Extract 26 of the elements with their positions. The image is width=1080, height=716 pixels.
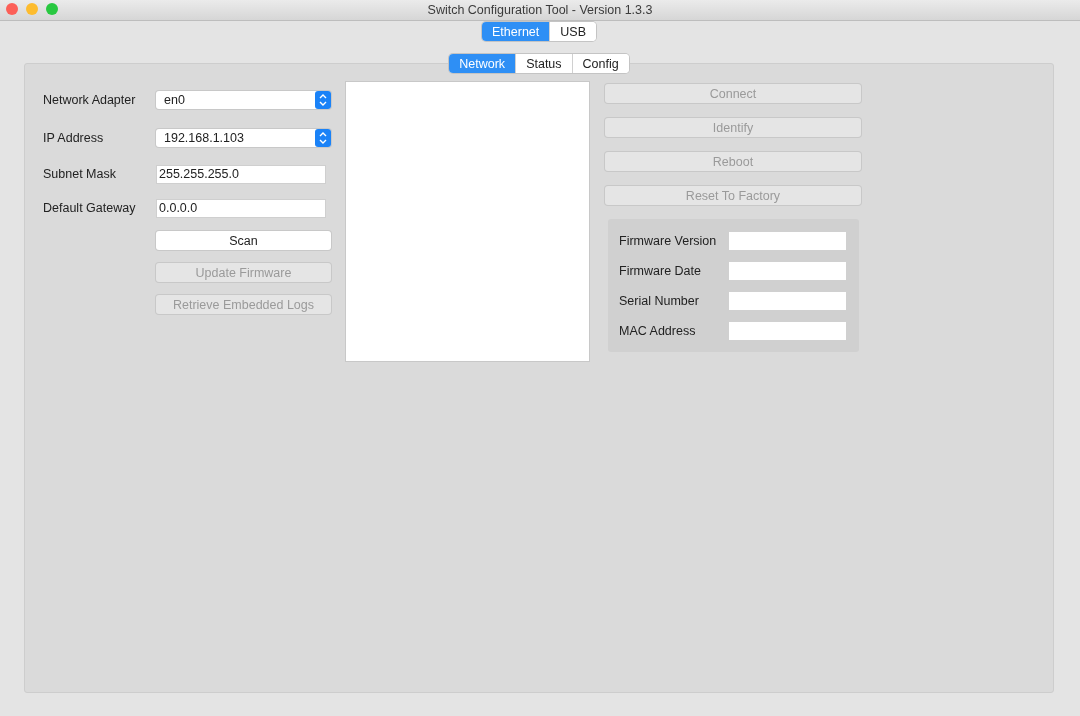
field-label: IP Address	[43, 131, 105, 145]
text-field[interactable]	[728, 261, 847, 281]
view-tab[interactable]: Config	[571, 54, 629, 73]
field-label: Firmware Date	[619, 264, 702, 278]
chevron-icon	[315, 91, 331, 109]
field-label: Serial Number	[619, 294, 700, 308]
device-list[interactable]	[345, 81, 590, 362]
connection-tab[interactable]: USB	[549, 22, 596, 41]
action-button[interactable]: Scan	[156, 231, 331, 250]
text-field[interactable]	[728, 231, 847, 251]
text-field[interactable]: 255.255.255.0	[156, 164, 326, 184]
field-label: MAC Address	[619, 324, 697, 338]
field-label: Firmware Version	[619, 234, 718, 248]
chevron-icon	[315, 129, 331, 147]
field-label: Network Adapter	[43, 93, 137, 107]
text-field[interactable]: 0.0.0.0	[156, 198, 326, 218]
text-field[interactable]	[728, 321, 847, 341]
dropdown[interactable]: en0	[156, 91, 331, 109]
field-label: Default Gateway	[43, 201, 137, 215]
zoom-icon[interactable]	[46, 3, 58, 15]
close-icon[interactable]	[6, 3, 18, 15]
dropdown[interactable]: 192.168.1.103	[156, 129, 331, 147]
field-label: Subnet Mask	[43, 167, 117, 181]
window-title: Switch Configuration Tool - Version 1.3.3	[427, 3, 653, 17]
text-field[interactable]	[728, 291, 847, 311]
minimize-icon[interactable]	[26, 3, 38, 15]
